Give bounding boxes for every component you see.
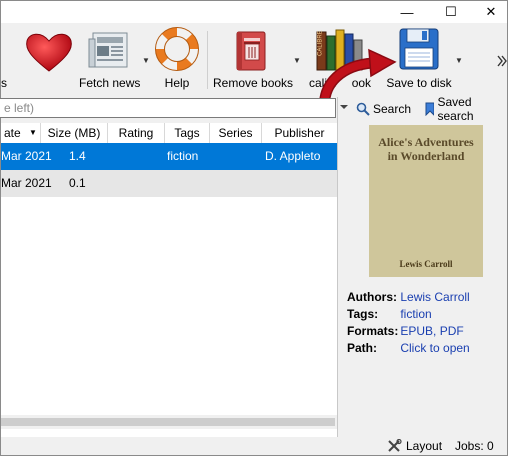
- cover-author: Lewis Carroll: [399, 259, 453, 269]
- path-link[interactable]: Click to open: [400, 341, 469, 355]
- detail-formats-row: Formats: EPUB, PDF: [347, 323, 470, 340]
- search-bar: e left) Search Saved search: [0, 95, 507, 123]
- heart-icon: [26, 33, 72, 72]
- remove-books-label: Remove books: [213, 76, 294, 90]
- tools-icon: [388, 439, 402, 452]
- partial-toolbar-button[interactable]: s: [1, 23, 11, 95]
- path-label: Path:: [347, 341, 377, 355]
- saved-search-button[interactable]: Saved search: [425, 95, 507, 123]
- remove-books-button[interactable]: Remove books: [213, 23, 294, 95]
- column-header-tags[interactable]: Tags: [165, 123, 210, 143]
- column-header-publisher[interactable]: Publisher: [262, 123, 337, 143]
- tags-link[interactable]: fiction: [400, 307, 431, 321]
- minimize-button[interactable]: —: [387, 1, 427, 23]
- help-label: Help: [164, 76, 190, 90]
- cover-title: Alice's Adventures in Wonderland: [378, 135, 474, 163]
- detail-tags-row: Tags: fiction: [347, 306, 470, 323]
- status-bar: Layout Jobs: 0: [1, 437, 507, 455]
- authors-link[interactable]: Lewis Carroll: [400, 290, 469, 304]
- lifebuoy-icon: [155, 27, 199, 71]
- search-button-label: Search: [373, 102, 412, 116]
- column-header-rating[interactable]: Rating: [108, 123, 165, 143]
- layout-button[interactable]: Layout: [387, 437, 442, 455]
- more-toolbar-button[interactable]: [497, 23, 507, 95]
- search-history-chevron-down-icon[interactable]: [340, 102, 348, 112]
- row-tags: fiction: [167, 149, 199, 163]
- search-input[interactable]: e left): [0, 98, 336, 118]
- column-header-series-label: Series: [218, 126, 253, 140]
- newspaper-icon: [88, 32, 128, 68]
- remove-books-dropdown-arrow[interactable]: ▼: [293, 56, 301, 65]
- magnifier-icon: [356, 102, 370, 116]
- authors-label: Authors:: [347, 290, 397, 304]
- search-button[interactable]: Search: [356, 100, 411, 118]
- row-size: 1.4: [69, 149, 86, 163]
- scrollbar-thumb[interactable]: [1, 418, 335, 426]
- table-header: ate ▼ Size (MB) Rating Tags Series Publis…: [1, 123, 337, 144]
- search-placeholder: e left): [4, 101, 35, 115]
- book-cover[interactable]: Alice's Adventures in Wonderland Lewis C…: [369, 125, 483, 277]
- maximize-icon: ☐: [445, 4, 457, 19]
- formats-label: Formats:: [347, 324, 399, 338]
- detail-authors-row: Authors: Lewis Carroll: [347, 289, 470, 306]
- column-header-publisher-label: Publisher: [274, 126, 325, 140]
- panel-splitter[interactable]: [337, 97, 338, 437]
- column-header-date[interactable]: ate ▼: [1, 123, 41, 143]
- column-header-size-label: Size (MB): [47, 126, 101, 140]
- detail-path-row: Path: Click to open: [347, 340, 470, 357]
- trash-book-icon: [236, 31, 266, 71]
- horizontal-scrollbar[interactable]: [1, 415, 337, 429]
- donate-button[interactable]: [21, 23, 77, 95]
- minimize-icon: —: [400, 4, 414, 20]
- fetch-news-label: Fetch news: [79, 76, 141, 90]
- column-header-rating-label: Rating: [118, 126, 154, 140]
- column-header-series[interactable]: Series: [210, 123, 262, 143]
- maximize-button[interactable]: ☐: [431, 1, 471, 23]
- table-row[interactable]: Mar 2021 1.4 fiction D. Appleto: [1, 143, 337, 170]
- toolbar: s Fetch news ▼ Help Remove books ▼ CALIB…: [1, 23, 507, 113]
- fetch-news-dropdown-arrow[interactable]: ▼: [142, 56, 150, 65]
- layout-label: Layout: [406, 439, 443, 453]
- row-date: Mar 2021: [1, 176, 52, 190]
- table-row[interactable]: Mar 2021 0.1: [1, 170, 337, 197]
- calibre-window: — ☐ ✕ s Fetch news ▼ Help Remove books ▼…: [0, 0, 508, 456]
- formats-link[interactable]: EPUB, PDF: [400, 324, 463, 338]
- row-publisher: D. Appleto: [265, 149, 321, 163]
- sort-arrow-icon: ▼: [29, 128, 37, 137]
- fetch-news-button[interactable]: Fetch news: [79, 23, 141, 95]
- jobs-count[interactable]: Jobs: 0: [455, 437, 494, 455]
- column-header-size[interactable]: Size (MB): [41, 123, 108, 143]
- saved-search-label: Saved search: [437, 95, 474, 123]
- row-size: 0.1: [69, 176, 86, 190]
- bookmark-icon: [425, 102, 435, 116]
- title-bar: — ☐ ✕: [1, 1, 507, 23]
- column-header-tags-label: Tags: [174, 126, 200, 140]
- close-icon: ✕: [485, 4, 497, 19]
- toolbar-separator: [207, 31, 208, 89]
- close-button[interactable]: ✕: [471, 1, 508, 23]
- book-details: Authors: Lewis Carroll Tags: fiction For…: [347, 289, 470, 357]
- column-header-date-label: ate: [4, 126, 21, 140]
- tags-label: Tags:: [347, 307, 379, 321]
- book-list-table[interactable]: ate ▼ Size (MB) Rating Tags Series Publis…: [1, 123, 337, 437]
- row-date: Mar 2021: [1, 149, 52, 163]
- partial-toolbar-label: s: [1, 76, 7, 90]
- save-to-disk-dropdown-arrow[interactable]: ▼: [455, 56, 463, 65]
- double-chevron-right-icon: [497, 55, 507, 67]
- help-button[interactable]: Help: [151, 23, 203, 95]
